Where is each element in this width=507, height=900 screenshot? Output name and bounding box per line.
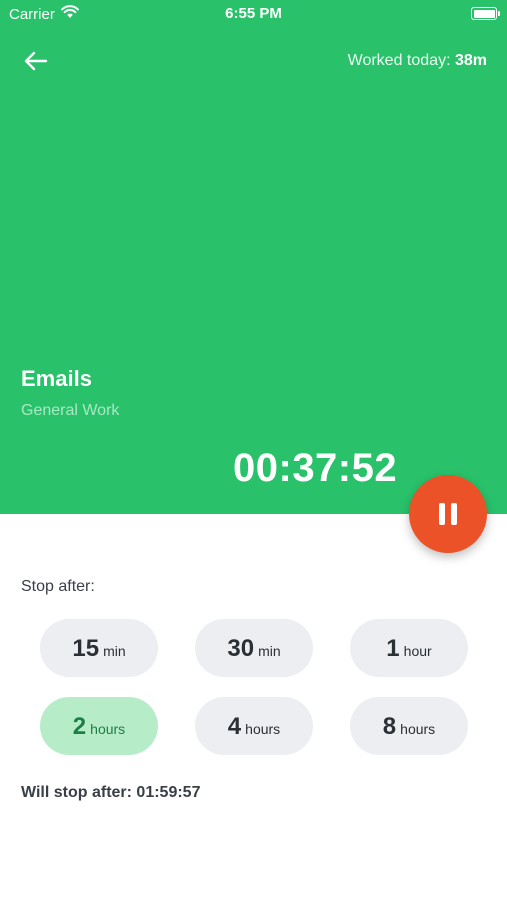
timer-hero-panel: Carrier 6:55 PM Worked today: 38m Emails… (0, 0, 507, 514)
pause-button[interactable] (409, 475, 487, 553)
stop-option-15-min[interactable]: 15 min (40, 619, 158, 677)
battery-icon (471, 7, 500, 20)
stop-option-1-hour[interactable]: 1 hour (350, 619, 468, 677)
task-category: General Work (21, 402, 120, 419)
worked-today-label: Worked today: (347, 52, 451, 69)
worked-today-value: 38m (454, 52, 487, 69)
status-bar: Carrier 6:55 PM (0, 0, 507, 28)
option-unit: min (103, 643, 126, 659)
elapsed-timer: 00:37:52 (233, 446, 398, 490)
stop-option-2-hours[interactable]: 2 hours (40, 697, 158, 755)
option-number: 30 (227, 635, 255, 662)
option-unit: hours (90, 721, 126, 737)
worked-today: Worked today: 38m (348, 52, 487, 70)
arrow-left-icon (24, 51, 48, 71)
pause-icon (436, 503, 460, 525)
status-time: 6:55 PM (225, 5, 282, 22)
option-number: 15 (72, 635, 100, 662)
back-button[interactable] (20, 45, 52, 77)
stop-option-30-min[interactable]: 30 min (195, 619, 313, 677)
stop-option-4-hours[interactable]: 4 hours (195, 697, 313, 755)
option-number: 4 (227, 713, 242, 740)
option-unit: hours (245, 721, 281, 737)
option-number: 1 (386, 635, 400, 662)
option-unit: min (258, 643, 281, 659)
will-stop-after-text: Will stop after: 01:59:57 (21, 784, 201, 801)
option-unit: hours (400, 721, 436, 737)
stop-option-8-hours[interactable]: 8 hours (350, 697, 468, 755)
option-number: 8 (382, 713, 397, 740)
option-unit: hour (403, 643, 432, 659)
task-title: Emails (21, 366, 92, 391)
option-number: 2 (72, 713, 87, 740)
stop-after-label: Stop after: (21, 578, 95, 595)
